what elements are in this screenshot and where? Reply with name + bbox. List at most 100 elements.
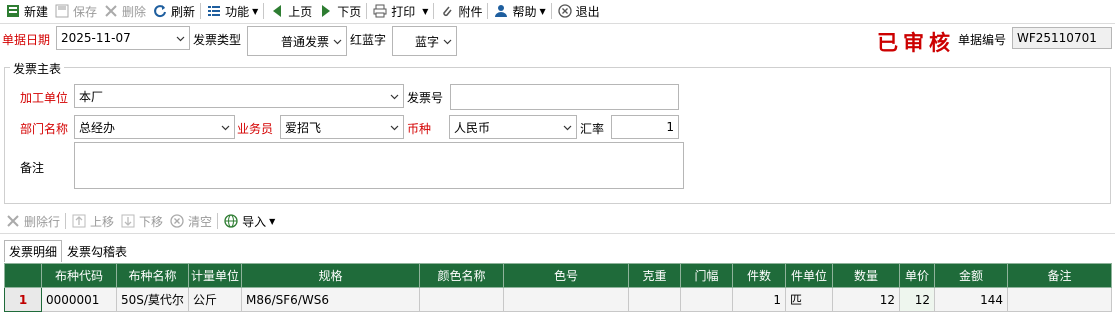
- column-header[interactable]: 布种名称: [116, 263, 189, 288]
- red-blue-value: 蓝字: [414, 34, 439, 49]
- invoice-number-input[interactable]: [450, 84, 679, 110]
- invoice-type-label: 发票类型: [193, 33, 242, 47]
- column-header[interactable]: 备注: [1007, 263, 1112, 288]
- department-select[interactable]: 总经办: [74, 115, 235, 139]
- toolbar-divider: [0, 23, 1115, 24]
- table-header-row: 布种代码 布种名称 计量单位 规格 颜色名称 色号 克重 门幅 件数 件单位 数…: [4, 263, 1112, 288]
- tab-invoice-reconcile[interactable]: 发票勾稽表: [62, 240, 132, 262]
- help-button[interactable]: 帮助 ▼: [490, 1, 548, 21]
- column-header[interactable]: 件数: [732, 263, 786, 288]
- move-up-label: 上移: [90, 214, 115, 229]
- import-label: 导入: [242, 214, 267, 229]
- next-page-button[interactable]: 下页: [315, 1, 364, 21]
- refresh-button[interactable]: 刷新: [149, 1, 198, 21]
- new-label: 新建: [24, 4, 49, 19]
- doc-number-label: 单据编号: [958, 33, 1007, 47]
- help-user-icon: [493, 3, 509, 19]
- print-label: 打印: [391, 4, 416, 19]
- chevron-down-icon: [221, 123, 230, 132]
- currency-select[interactable]: 人民币: [449, 115, 577, 139]
- processing-unit-select[interactable]: 本厂: [74, 84, 404, 108]
- table-cell[interactable]: 12: [899, 287, 935, 312]
- table-cell[interactable]: [1007, 287, 1112, 312]
- table-cell[interactable]: 0000001: [41, 287, 117, 312]
- print-button[interactable]: 打印 ▼: [369, 1, 431, 21]
- delete-row-label: 删除行: [24, 214, 61, 229]
- column-header[interactable]: 计量单位: [188, 263, 242, 288]
- detail-toolbar: 删除行 上移 下移 清空 导入 ▼: [2, 211, 278, 231]
- table-cell[interactable]: [628, 287, 681, 312]
- column-header[interactable]: 布种代码: [41, 263, 117, 288]
- column-header[interactable]: 颜色名称: [419, 263, 504, 288]
- column-header[interactable]: 克重: [628, 263, 681, 288]
- column-header[interactable]: 门幅: [680, 263, 733, 288]
- invoice-type-select[interactable]: 普通发票: [247, 26, 347, 56]
- clear-button[interactable]: 清空: [166, 211, 215, 231]
- refresh-label: 刷新: [171, 4, 196, 19]
- toolbar-separator: [263, 3, 265, 19]
- exit-label: 退出: [575, 4, 600, 19]
- toolbar-separator: [550, 3, 552, 19]
- row-number-cell[interactable]: 1: [4, 287, 42, 312]
- doc-number-value: WF25110701: [1017, 31, 1097, 45]
- exchange-rate-label: 汇率: [580, 122, 605, 136]
- date-picker[interactable]: 2025-11-07: [56, 26, 190, 50]
- currency-label: 币种: [407, 122, 432, 136]
- salesperson-label: 业务员: [237, 122, 274, 136]
- column-header[interactable]: 单价: [899, 263, 935, 288]
- column-header[interactable]: 金额: [934, 263, 1008, 288]
- new-button[interactable]: 新建: [2, 1, 51, 21]
- table-cell[interactable]: 1: [732, 287, 786, 312]
- function-menu-button[interactable]: 功能 ▼: [203, 1, 261, 21]
- column-header[interactable]: [4, 263, 42, 288]
- arrow-down-icon: [120, 213, 136, 229]
- table-cell[interactable]: [503, 287, 629, 312]
- move-down-button[interactable]: 下移: [117, 211, 166, 231]
- table-cell[interactable]: 匹: [785, 287, 833, 312]
- approved-stamp: 已审核: [877, 30, 955, 55]
- prev-page-button[interactable]: 上页: [266, 1, 315, 21]
- save-button[interactable]: 保存: [51, 1, 100, 21]
- table-cell[interactable]: [680, 287, 733, 312]
- delete-button[interactable]: 删除: [100, 1, 149, 21]
- chevron-down-icon: [443, 37, 452, 46]
- toolbar-separator: [433, 3, 435, 19]
- printer-icon: [372, 3, 388, 19]
- attachment-button[interactable]: 附件: [436, 1, 485, 21]
- floppy-disk-icon: [54, 3, 70, 19]
- table-cell[interactable]: 50S/莫代尔: [116, 287, 189, 312]
- table-cell[interactable]: M86/SF6/WS6: [241, 287, 420, 312]
- prev-label: 上页: [288, 4, 313, 19]
- red-blue-select[interactable]: 蓝字: [392, 26, 457, 56]
- exit-button[interactable]: 退出: [554, 1, 603, 21]
- detail-tabs: 发票明细 发票勾稽表: [4, 240, 132, 262]
- clear-circle-x-icon: [169, 213, 185, 229]
- table-cell[interactable]: [419, 287, 504, 312]
- table-cell[interactable]: 144: [934, 287, 1008, 312]
- table-row[interactable]: 1 0000001 50S/莫代尔 公斤 M86/SF6/WS6 1 匹 12 …: [4, 287, 1112, 312]
- column-header[interactable]: 数量: [832, 263, 900, 288]
- clear-label: 清空: [188, 214, 213, 229]
- exchange-rate-input[interactable]: 1: [611, 115, 679, 139]
- remark-textarea[interactable]: [74, 142, 684, 189]
- caret-down-icon: ▼: [422, 6, 429, 16]
- salesperson-select[interactable]: 爱招飞: [280, 115, 404, 139]
- department-label: 部门名称: [20, 122, 69, 136]
- delete-row-button[interactable]: 删除行: [2, 211, 63, 231]
- chevron-down-icon: [176, 34, 185, 43]
- table-cell[interactable]: 12: [832, 287, 900, 312]
- exchange-rate-value: 1: [666, 120, 674, 134]
- import-button[interactable]: 导入 ▼: [220, 211, 278, 231]
- processing-unit-value: 本厂: [79, 89, 104, 104]
- table-cell[interactable]: 公斤: [188, 287, 242, 312]
- doc-number-field: WF25110701: [1012, 27, 1112, 49]
- move-up-button[interactable]: 上移: [68, 211, 117, 231]
- date-value: 2025-11-07: [61, 31, 131, 45]
- column-header[interactable]: 色号: [503, 263, 629, 288]
- column-header[interactable]: 规格: [241, 263, 420, 288]
- caret-down-icon: ▼: [252, 6, 259, 16]
- column-header[interactable]: 件单位: [785, 263, 833, 288]
- chevron-down-icon: [390, 123, 399, 132]
- attach-label: 附件: [458, 4, 483, 19]
- tab-invoice-detail[interactable]: 发票明细: [4, 240, 63, 262]
